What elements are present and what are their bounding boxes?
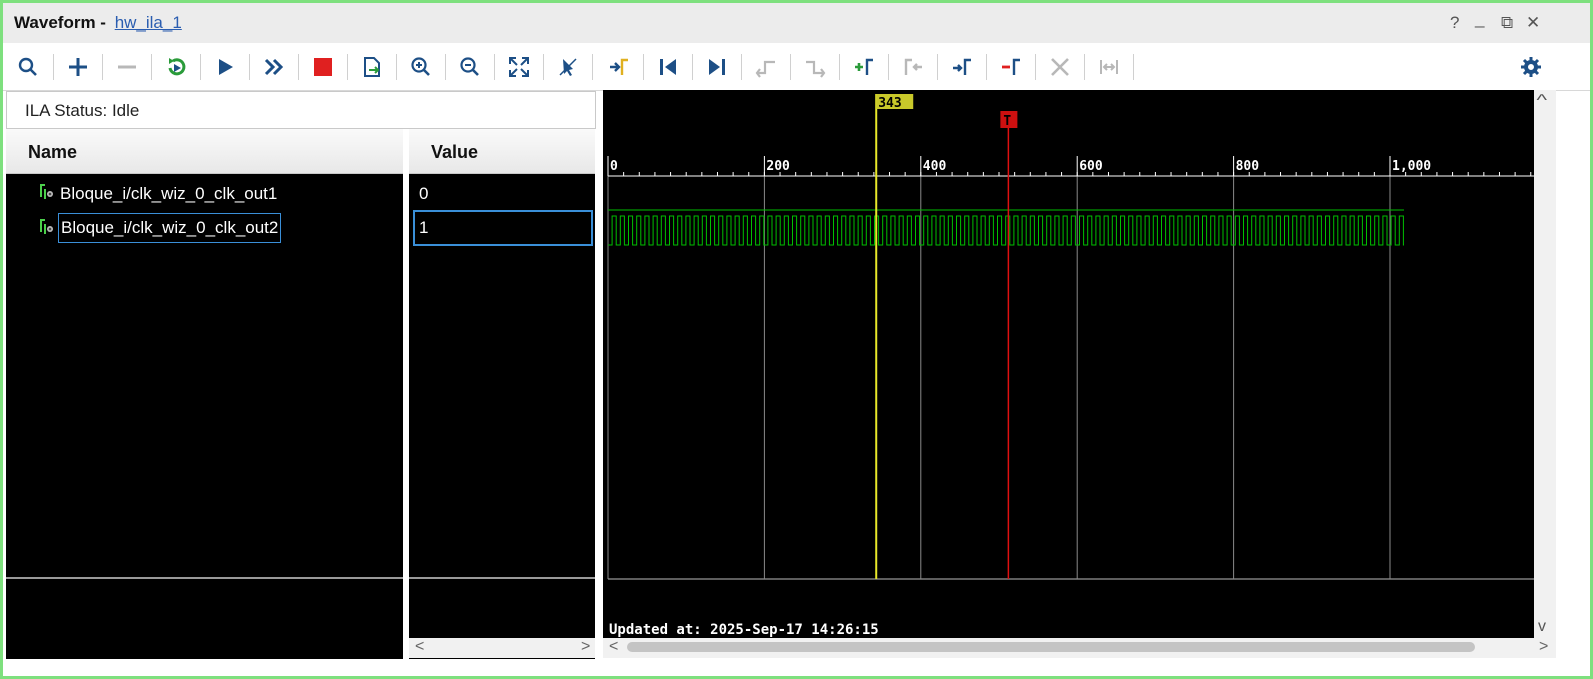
close-icon[interactable]: ✕	[1526, 13, 1540, 33]
add-icon[interactable]	[63, 52, 93, 82]
ruler-tick-label: 800	[1236, 159, 1260, 174]
value-row-2[interactable]: 1	[409, 210, 595, 246]
search-icon[interactable]	[13, 52, 43, 82]
waveform-window: Waveform - hw_ila_1 ? _ ⧉ ✕ ILA Status: …	[3, 3, 1590, 676]
value-column-label: Value	[431, 142, 479, 162]
trigger-label: T	[1003, 114, 1011, 129]
swap-cursors-icon[interactable]	[1094, 52, 1124, 82]
divider	[6, 577, 403, 579]
scroll-up-arrow[interactable]: ^	[1536, 92, 1547, 110]
scroll-right-arrow[interactable]: >	[581, 638, 590, 656]
settings-icon[interactable]	[1516, 52, 1546, 82]
add-marker-icon[interactable]	[849, 52, 879, 82]
window-title: Waveform - hw_ila_1	[14, 13, 182, 33]
signal-icon	[40, 219, 53, 234]
ruler-tick-label: 400	[923, 159, 947, 174]
signal-icon	[40, 184, 53, 199]
ruler-tick-label: 200	[766, 159, 790, 174]
signal-value: 0	[419, 184, 429, 203]
goto-first-icon[interactable]	[653, 52, 683, 82]
run-trigger-icon[interactable]	[210, 52, 240, 82]
scroll-left-arrow[interactable]: <	[609, 638, 618, 656]
remove-icon[interactable]	[112, 52, 142, 82]
zoom-in-icon[interactable]	[406, 52, 436, 82]
updated-timestamp: Updated at: 2025-Sep-17 14:26:15	[609, 622, 879, 638]
signal-row-1[interactable]: Bloque_i/clk_wiz_0_clk_out1	[6, 176, 403, 210]
minimize-icon[interactable]: _	[1475, 9, 1484, 29]
ila-status: ILA Status: Idle	[6, 91, 596, 129]
signal-name-panel: Name Bloque_i/clk_wiz_0_clk_out1 Bloque_…	[6, 129, 403, 659]
cursor-label: 343	[878, 96, 901, 111]
scroll-left-arrow[interactable]: <	[415, 638, 424, 656]
delete-icon[interactable]	[1045, 52, 1075, 82]
remove-marker-icon[interactable]	[996, 52, 1026, 82]
name-column-label: Name	[28, 142, 78, 162]
ila-status-text: ILA Status: Idle	[25, 101, 140, 120]
value-column-header[interactable]: Value	[409, 129, 595, 174]
waveform-hscrollbar[interactable]: < >	[603, 638, 1556, 658]
zoom-fit-icon[interactable]	[504, 52, 534, 82]
scroll-down-arrow[interactable]: v	[1538, 618, 1546, 636]
next-marker-icon[interactable]	[947, 52, 977, 82]
ruler-tick-label: 600	[1079, 159, 1103, 174]
prev-marker-icon[interactable]	[898, 52, 928, 82]
waveform-canvas[interactable]: 0 200 400 600 800 1,000 343 T Updated at: 2025…	[603, 90, 1534, 638]
next-transition-icon[interactable]	[800, 52, 830, 82]
waveform-vscrollbar[interactable]: ^ v	[1534, 90, 1556, 638]
signal-value-panel: Value 0 1	[409, 129, 595, 659]
title-bar: Waveform - hw_ila_1 ? _ ⧉ ✕	[3, 3, 1590, 43]
waveform-svg: 0 200 400 600 800 1,000 343 T Updated at: 2025…	[607, 94, 1534, 638]
run-trigger-immediate-icon[interactable]	[161, 52, 191, 82]
signal-name-selected: Bloque_i/clk_wiz_0_clk_out2	[58, 213, 282, 243]
ruler-tick-label: 1,000	[1392, 159, 1431, 174]
run-auto-trigger-icon[interactable]	[259, 52, 289, 82]
help-icon[interactable]: ?	[1450, 13, 1459, 33]
hw-ila-link[interactable]: hw_ila_1	[115, 13, 182, 32]
signal-row-2[interactable]: Bloque_i/clk_wiz_0_clk_out2	[6, 211, 403, 245]
value-row-1[interactable]: 0	[409, 176, 595, 210]
value-hscrollbar[interactable]: < >	[409, 638, 595, 658]
goto-last-icon[interactable]	[702, 52, 732, 82]
cursor-icon[interactable]	[553, 52, 583, 82]
name-column-header[interactable]: Name	[6, 129, 403, 174]
prev-transition-icon[interactable]	[751, 52, 781, 82]
signal-name: Bloque_i/clk_wiz_0_clk_out1	[60, 184, 278, 203]
zoom-out-icon[interactable]	[455, 52, 485, 82]
scroll-right-arrow[interactable]: >	[1539, 638, 1548, 656]
ruler-tick-label: 0	[610, 159, 618, 174]
export-icon[interactable]	[357, 52, 387, 82]
divider	[409, 577, 595, 579]
signal-value: 1	[419, 218, 429, 237]
scroll-thumb[interactable]	[627, 642, 1475, 652]
window-title-text: Waveform -	[14, 13, 106, 32]
stop-icon[interactable]	[308, 52, 338, 82]
toolbar	[3, 44, 1590, 91]
goto-cursor-icon[interactable]	[604, 52, 634, 82]
restore-icon[interactable]: ⧉	[1501, 13, 1513, 33]
clk-out2-trace	[608, 215, 1404, 246]
value-selected-box: 1	[413, 210, 593, 246]
